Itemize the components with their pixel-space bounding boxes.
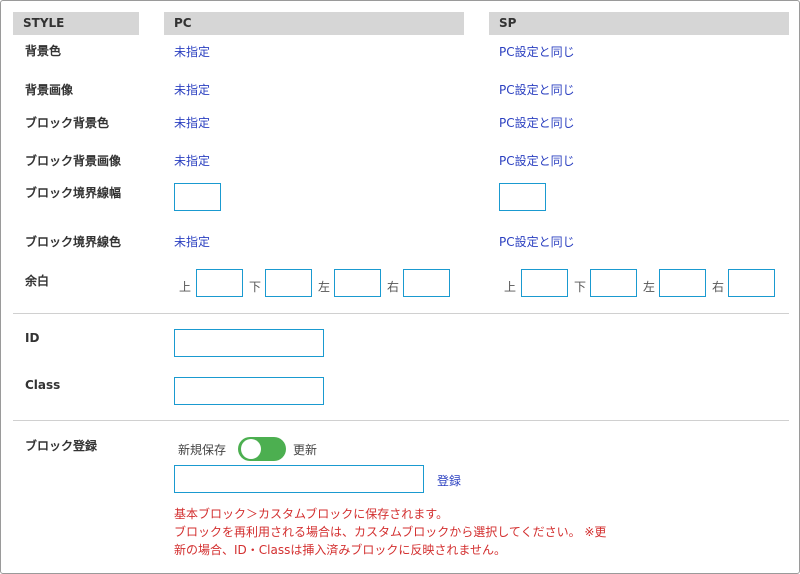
- id-input[interactable]: [174, 329, 324, 357]
- sp-block-bg-image-link[interactable]: PC設定と同じ: [499, 152, 575, 169]
- register-note-line-2: ブロックを再利用される場合は、カスタムブロックから選択してください。 ※更: [174, 525, 607, 539]
- label-block-bg-color: ブロック背景色: [25, 116, 110, 130]
- sp-block-bg-color-link[interactable]: PC設定と同じ: [499, 114, 575, 131]
- class-input[interactable]: [174, 377, 324, 405]
- register-note-line-3: 新の場合、ID・Classは挿入済みブロックに反映されません。: [174, 543, 506, 557]
- label-bg-image: 背景画像: [25, 83, 74, 97]
- header-pc: PC: [164, 12, 464, 35]
- divider: [13, 420, 789, 421]
- label-border-color: ブロック境界線色: [25, 235, 122, 249]
- label-class: Class: [25, 378, 61, 392]
- new-save-label: 新規保存: [178, 443, 227, 457]
- update-label: 更新: [293, 443, 318, 457]
- divider: [13, 313, 789, 314]
- pc-block-bg-color-link[interactable]: 未指定: [174, 114, 210, 131]
- sp-margin-left-label: 左: [643, 280, 656, 294]
- sp-margin-top-input[interactable]: [521, 269, 568, 297]
- label-bg-color: 背景色: [25, 44, 62, 58]
- label-block-register: ブロック登録: [25, 439, 98, 453]
- pc-border-width-input[interactable]: [174, 183, 221, 211]
- register-button[interactable]: 登録: [437, 472, 461, 489]
- sp-border-color-link[interactable]: PC設定と同じ: [499, 233, 575, 250]
- label-block-bg-image: ブロック背景画像: [25, 154, 122, 168]
- pc-margin-top-input[interactable]: [196, 269, 243, 297]
- block-name-input[interactable]: [174, 465, 424, 493]
- header-sp: SP: [489, 12, 789, 35]
- label-border-width: ブロック境界線幅: [25, 186, 122, 200]
- sp-margin-bottom-label: 下: [574, 280, 587, 294]
- pc-block-bg-image-link[interactable]: 未指定: [174, 152, 210, 169]
- pc-margin-bottom-input[interactable]: [265, 269, 312, 297]
- pc-border-color-link[interactable]: 未指定: [174, 233, 210, 250]
- label-margin: 余白: [25, 274, 50, 288]
- toggle-knob: [241, 439, 261, 459]
- pc-margin-left-input[interactable]: [334, 269, 381, 297]
- pc-bg-color-link[interactable]: 未指定: [174, 43, 210, 60]
- sp-bg-color-link[interactable]: PC設定と同じ: [499, 43, 575, 60]
- register-note-line-1: 基本ブロック＞カスタムブロックに保存されます。: [174, 507, 449, 521]
- sp-margin-top-label: 上: [504, 280, 517, 294]
- pc-margin-top-label: 上: [179, 280, 192, 294]
- sp-margin-right-label: 右: [712, 280, 725, 294]
- sp-margin-bottom-input[interactable]: [590, 269, 637, 297]
- sp-margin-right-input[interactable]: [728, 269, 775, 297]
- save-mode-toggle[interactable]: [238, 437, 286, 461]
- pc-margin-right-label: 右: [387, 280, 400, 294]
- pc-margin-bottom-label: 下: [249, 280, 262, 294]
- pc-margin-right-input[interactable]: [403, 269, 450, 297]
- label-id: ID: [25, 331, 40, 345]
- pc-margin-left-label: 左: [318, 280, 331, 294]
- header-style: STYLE: [13, 12, 139, 35]
- sp-border-width-input[interactable]: [499, 183, 546, 211]
- sp-bg-image-link[interactable]: PC設定と同じ: [499, 81, 575, 98]
- pc-bg-image-link[interactable]: 未指定: [174, 81, 210, 98]
- style-settings-panel: STYLE PC SP 背景色 未指定 PC設定と同じ 背景画像 未指定 PC設…: [0, 0, 800, 574]
- sp-margin-left-input[interactable]: [659, 269, 706, 297]
